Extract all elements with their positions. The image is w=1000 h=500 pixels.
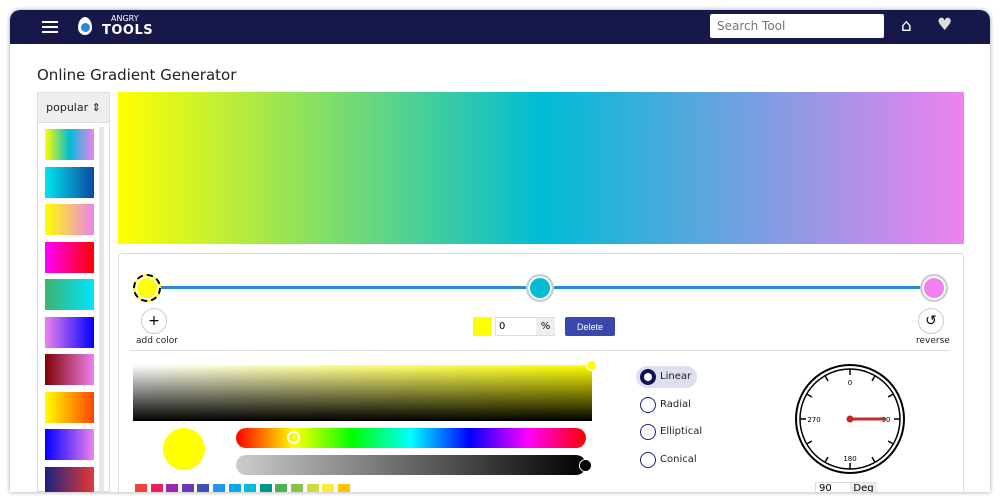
preset-gradient[interactable] [45, 241, 94, 273]
alpha-handle[interactable] [579, 459, 592, 472]
color-stop-yellow[interactable] [133, 274, 161, 302]
percent-label: % [536, 318, 555, 335]
dial-label-0: 0 [848, 379, 852, 387]
preset-gradient[interactable] [45, 166, 94, 198]
radio-conical[interactable] [640, 452, 656, 469]
preset-gradient[interactable] [45, 429, 94, 460]
color-swatch[interactable] [291, 484, 303, 492]
home-icon[interactable]: ⌂ [901, 16, 912, 36]
color-swatch[interactable] [135, 484, 147, 492]
preset-gradient[interactable] [45, 354, 94, 385]
search-input[interactable] [710, 14, 884, 38]
hue-handle[interactable] [287, 431, 300, 444]
delete-button[interactable]: Delete [565, 317, 615, 336]
top-nav: ANGRY TOOLS ⌂ ♥ [10, 10, 990, 44]
color-stop-cyan[interactable] [526, 274, 554, 302]
sort-select[interactable]: popular ⇕ [38, 93, 109, 123]
divider [130, 350, 949, 351]
color-swatch[interactable] [228, 484, 241, 492]
color-swatch[interactable] [166, 484, 179, 492]
preset-gradient[interactable] [45, 204, 94, 235]
dial-label-180: 180 [843, 455, 856, 463]
deg-label: Deg [850, 483, 877, 492]
dial-center [846, 415, 854, 423]
add-color-button[interactable]: + [141, 308, 167, 334]
color-swatch[interactable] [275, 484, 288, 492]
saturation-value-picker[interactable] [133, 365, 592, 421]
color-swatch[interactable] [322, 484, 335, 492]
stop-color-swatch[interactable] [473, 317, 492, 336]
color-swatch[interactable] [259, 484, 272, 492]
color-swatch[interactable] [244, 484, 257, 492]
logo-icon [78, 17, 92, 35]
alpha-slider[interactable] [236, 455, 586, 475]
preset-sidebar: popular ⇕ [37, 92, 110, 492]
reverse-label: reverse [916, 336, 950, 346]
preset-gradient[interactable] [45, 129, 94, 160]
dial-label-270: 270 [807, 416, 820, 424]
preset-gradient[interactable] [45, 316, 94, 348]
logo-text-top: ANGRY [111, 14, 139, 23]
preset-gradient[interactable] [45, 391, 94, 423]
angle-dial[interactable]: 0 90 180 270 [794, 363, 906, 475]
preset-gradient[interactable] [45, 466, 94, 492]
radio-label-radial: Radial [660, 398, 691, 410]
browser-window: ANGRY TOOLS ⌂ ♥ Online Gradient Generato… [10, 10, 990, 492]
radio-radial[interactable] [640, 396, 656, 413]
radio-label-conical: Conical [660, 454, 697, 466]
logo-text[interactable]: TOOLS [102, 23, 153, 38]
gradient-preview [118, 92, 964, 244]
color-swatch[interactable] [337, 484, 350, 492]
radio-linear[interactable] [640, 369, 656, 385]
heart-icon[interactable]: ♥ [937, 15, 952, 35]
selected-color-preview [163, 428, 205, 470]
radio-label-linear: Linear [660, 371, 692, 382]
color-swatch[interactable] [150, 484, 163, 492]
sv-handle[interactable] [586, 360, 597, 371]
preset-gradient[interactable] [45, 279, 94, 310]
color-stop-pink[interactable] [920, 274, 948, 302]
reverse-button[interactable]: ↺ [918, 308, 944, 334]
angle-input[interactable]: 90 Deg [815, 482, 877, 492]
add-color-label: add color [136, 336, 178, 346]
color-swatch[interactable] [197, 484, 210, 492]
color-swatch[interactable] [306, 484, 319, 492]
radio-label-elliptical: Elliptical [660, 426, 703, 438]
position-input[interactable]: 0% [495, 317, 555, 336]
scrollbar[interactable] [99, 127, 104, 492]
color-swatch[interactable] [213, 484, 225, 492]
color-swatch[interactable] [181, 484, 194, 492]
page-title: Online Gradient Generator [37, 66, 237, 84]
menu-icon[interactable] [42, 18, 58, 36]
